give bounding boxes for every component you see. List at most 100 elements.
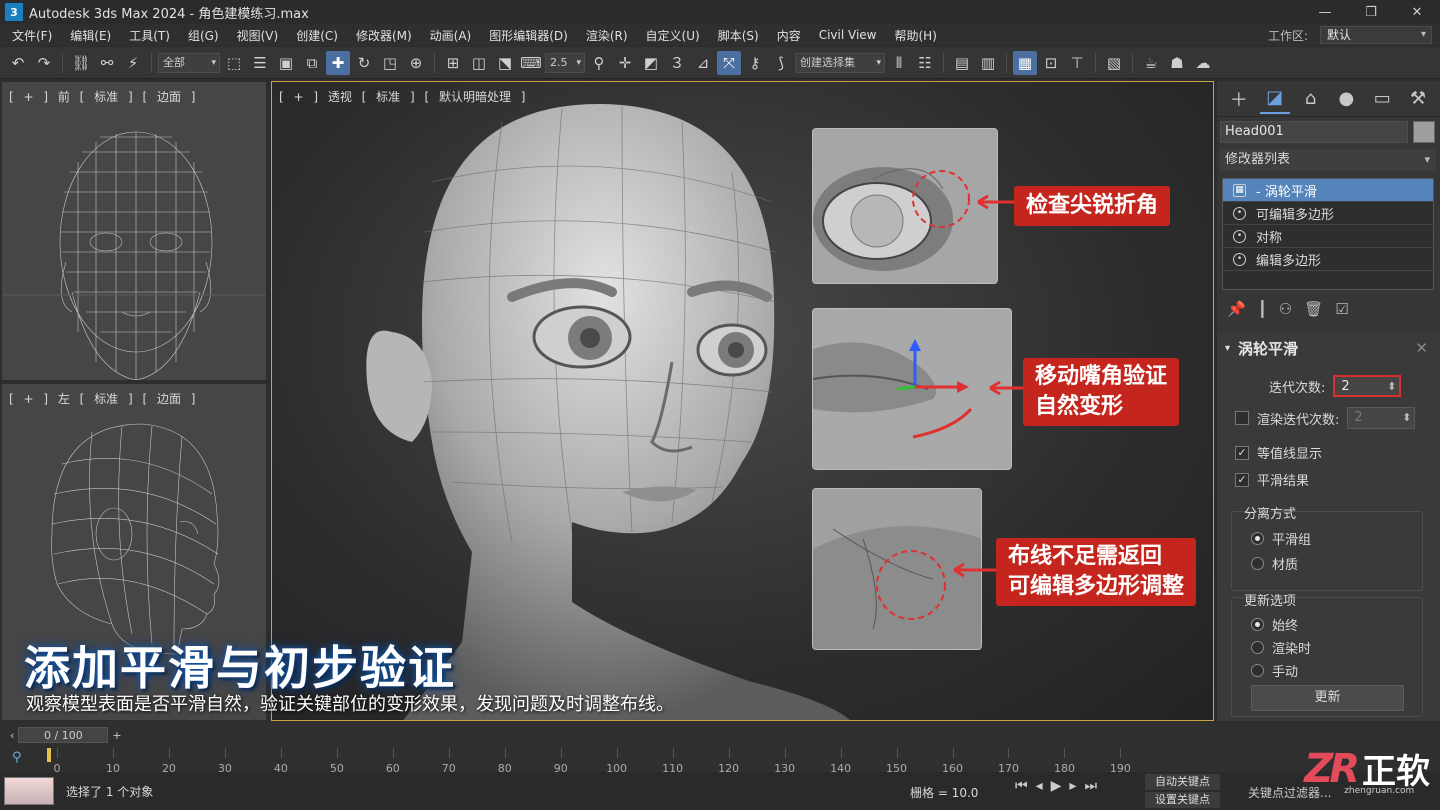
pivot-center-icon[interactable]: ◫ <box>467 51 491 75</box>
modify-tab-icon[interactable]: ◪ <box>1259 84 1290 114</box>
curve-editor-icon[interactable]: ▦ <box>1013 50 1037 75</box>
radio-smoothing-groups[interactable]: 平滑组 <box>1251 529 1311 548</box>
next-frame-icon[interactable]: + <box>112 729 121 742</box>
timeline-ruler[interactable]: 0 10 20 30 40 50 60 70 80 90 100 110 120 130 140 150 160… <box>45 748 1165 775</box>
isoline-checkbox[interactable]: ✓ <box>1235 445 1249 460</box>
viewport-front[interactable]: [ + ] 前 [ 标准 ] [ 边面 ] <box>2 82 266 380</box>
eye-toggle-icon[interactable]: • <box>1233 206 1246 220</box>
menu-rendering[interactable]: 渲染(R) <box>577 27 637 44</box>
remove-modifier-icon[interactable]: 🗑 <box>1304 300 1323 318</box>
maxscript-listener-swatch[interactable] <box>4 777 54 805</box>
unlink-icon[interactable]: ⚯ <box>95 51 119 75</box>
display-tab-icon[interactable]: ▭ <box>1367 84 1397 114</box>
prev-frame-icon[interactable]: ‹ <box>10 729 14 742</box>
bind-space-warp-icon[interactable]: ⚡ <box>121 51 145 75</box>
previous-frame-icon[interactable]: ◂ <box>1036 778 1043 794</box>
menu-create[interactable]: 创建(C) <box>287 27 347 44</box>
select-by-name-icon[interactable]: ☰ <box>248 51 272 75</box>
go-to-start-icon[interactable]: ⏮ <box>1015 778 1028 794</box>
mirror-icon[interactable]: ⚷ <box>743 51 767 75</box>
radio-button[interactable] <box>1251 557 1264 570</box>
menu-modifiers[interactable]: 修改器(M) <box>347 27 421 44</box>
scene-explorer-icon[interactable]: ▤ <box>950 51 974 75</box>
angle-snap-icon[interactable]: ◩ <box>639 51 663 75</box>
align-tool-icon[interactable]: ☷ <box>913 51 937 75</box>
menu-group[interactable]: 组(G) <box>179 27 228 44</box>
material-editor-icon[interactable]: ⊤ <box>1065 51 1089 75</box>
pin-stack-icon[interactable]: 📌 <box>1227 300 1246 318</box>
next-frame-button-icon[interactable]: ▸ <box>1069 778 1076 794</box>
workspace-dropdown[interactable]: 默认 <box>1320 26 1432 44</box>
render-production-icon[interactable]: ☗ <box>1165 51 1189 75</box>
layer-explorer-icon[interactable]: ▥ <box>976 51 1000 75</box>
play-icon[interactable]: ▶ <box>1051 778 1062 794</box>
link-icon[interactable]: ⛓ <box>69 51 93 75</box>
menu-content[interactable]: 内容 <box>768 27 810 44</box>
hierarchy-tab-icon[interactable]: ⌂ <box>1296 84 1326 114</box>
selection-filter-dropdown[interactable]: 全部 <box>158 52 220 73</box>
mirror-tool-icon[interactable]: ⦀ <box>887 51 911 75</box>
render-iterations-spinner[interactable]: 2 <box>1347 407 1416 429</box>
rollout-header[interactable]: ▾ 涡轮平滑 ✕ <box>1217 333 1440 363</box>
window-crossing-icon[interactable]: ⧉ <box>300 51 324 75</box>
set-key-button[interactable]: 设置关键点 <box>1145 792 1220 808</box>
rect-region-icon[interactable]: ▣ <box>274 51 298 75</box>
keyboard-shortcut-icon[interactable]: ⌨ <box>519 51 543 75</box>
auto-key-button[interactable]: 自动关键点 <box>1145 774 1220 790</box>
menu-animation[interactable]: 动画(A) <box>421 27 481 44</box>
close-button[interactable]: ✕ <box>1394 5 1440 20</box>
eye-toggle-icon[interactable]: • <box>1233 229 1246 243</box>
rotate-icon[interactable]: ↻ <box>352 51 376 75</box>
show-end-result-icon[interactable]: ┃ <box>1258 300 1267 318</box>
object-name-field[interactable]: Head001 <box>1220 121 1408 143</box>
menu-edit[interactable]: 编辑(E) <box>61 27 120 44</box>
stack-item-editable-poly[interactable]: • 可编辑多边形 <box>1223 202 1433 225</box>
restore-button[interactable]: ❐ <box>1348 5 1394 20</box>
smooth-result-checkbox[interactable]: ✓ <box>1235 472 1249 487</box>
eye-toggle-icon[interactable]: • <box>1233 252 1246 266</box>
radio-button[interactable] <box>1251 618 1264 631</box>
menu-customize[interactable]: 自定义(U) <box>637 27 709 44</box>
render-frame-icon[interactable]: ☕ <box>1139 51 1163 75</box>
collapse-chevron-icon[interactable]: ▾ <box>1225 343 1230 354</box>
radio-materials[interactable]: 材质 <box>1251 554 1298 573</box>
snap-readout[interactable]: 2.5 <box>545 52 585 73</box>
percent-snap-icon[interactable]: ３ <box>665 51 689 75</box>
menu-scripting[interactable]: 脚本(S) <box>709 27 768 44</box>
select-manipulate-icon[interactable]: ⬔ <box>493 51 517 75</box>
select-object-icon[interactable]: ⬚ <box>222 51 246 75</box>
close-rollout-icon[interactable]: ✕ <box>1415 339 1428 357</box>
create-tab-icon[interactable]: ＋ <box>1224 84 1254 114</box>
menu-tools[interactable]: 工具(T) <box>120 27 179 44</box>
motion-tab-icon[interactable]: ● <box>1331 84 1361 114</box>
go-to-end-icon[interactable]: ⏭ <box>1084 778 1097 794</box>
viewport-label[interactable]: [ + ] 左 [ 标准 ] [ 边面 ] <box>9 390 195 407</box>
render-iterations-checkbox[interactable] <box>1235 411 1249 425</box>
stack-item-turbosmooth[interactable]: ▦ - 涡轮平滑 <box>1223 179 1433 202</box>
radio-button[interactable] <box>1251 664 1264 677</box>
radio-button[interactable] <box>1251 532 1264 545</box>
stack-item-symmetry[interactable]: • 对称 <box>1223 225 1433 248</box>
track-bar-icon[interactable]: ⚲ <box>12 750 22 765</box>
render-setup-icon[interactable]: ▧ <box>1102 51 1126 75</box>
radio-button[interactable] <box>1251 641 1264 654</box>
spinner-snap-icon[interactable]: ⊿ <box>691 51 715 75</box>
move-cross-icon[interactable]: ✛ <box>613 51 637 75</box>
edit-named-sets-icon[interactable]: ⤧ <box>717 50 741 75</box>
frame-readout[interactable]: 0 / 100 <box>18 727 109 743</box>
radio-always[interactable]: 始终 <box>1251 615 1298 634</box>
object-color-swatch[interactable] <box>1413 121 1435 143</box>
menu-file[interactable]: 文件(F) <box>0 27 61 44</box>
snap-toggle-icon[interactable]: ⚲ <box>587 51 611 75</box>
schematic-view-icon[interactable]: ⊡ <box>1039 51 1063 75</box>
viewport-label[interactable]: [ + ] 前 [ 标准 ] [ 边面 ] <box>9 88 195 105</box>
move-icon[interactable]: ✚ <box>326 50 350 75</box>
place-icon[interactable]: ⊕ <box>404 51 428 75</box>
minimize-button[interactable]: — <box>1302 5 1348 20</box>
utilities-tab-icon[interactable]: ⚒ <box>1403 84 1433 114</box>
time-slider[interactable]: ‹ 0 / 100 + <box>10 726 135 744</box>
make-unique-icon[interactable]: ⚇ <box>1279 300 1292 318</box>
undo-icon[interactable]: ↶ <box>6 51 30 75</box>
configure-sets-icon[interactable]: ☑ <box>1335 300 1348 318</box>
update-button[interactable]: 更新 <box>1251 685 1404 711</box>
